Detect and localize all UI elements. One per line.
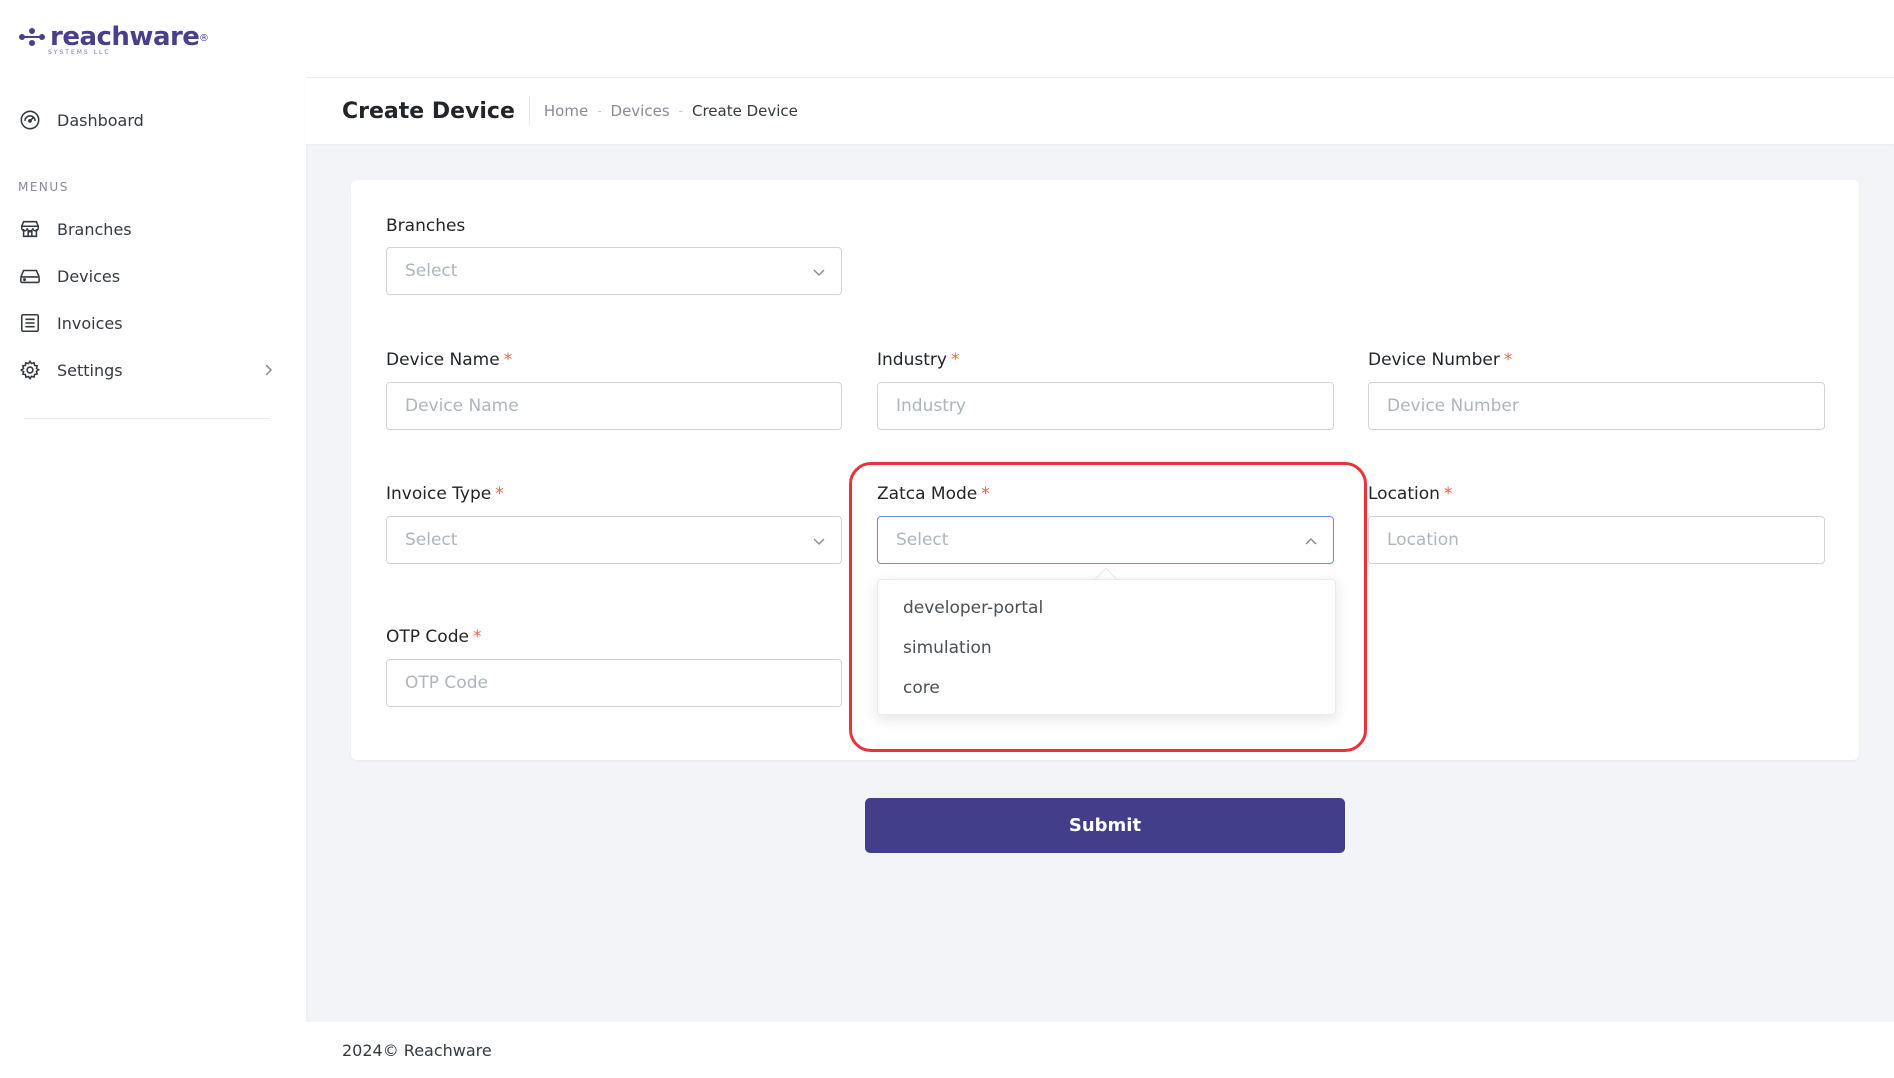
required-marker: * xyxy=(503,350,513,370)
otp-code-label: OTP Code * xyxy=(386,627,482,647)
required-marker: * xyxy=(472,627,482,647)
registered-mark: ® xyxy=(198,33,209,44)
device-name-placeholder: Device Name xyxy=(405,396,519,416)
location-input[interactable]: Location xyxy=(1368,516,1825,564)
required-marker: * xyxy=(495,484,504,504)
store-icon xyxy=(18,217,42,241)
sidebar-item-label: Invoices xyxy=(57,313,123,333)
required-marker: * xyxy=(1503,350,1513,370)
sidebar-item-devices[interactable]: Devices xyxy=(18,261,278,291)
chevron-up-icon xyxy=(1303,533,1319,554)
location-placeholder: Location xyxy=(1387,530,1459,550)
zatca-mode-label: Zatca Mode * xyxy=(877,484,990,504)
breadcrumb-home[interactable]: Home xyxy=(544,102,588,120)
gear-icon xyxy=(18,358,42,382)
sidebar-item-invoices[interactable]: Invoices xyxy=(18,308,278,338)
sidebar-item-branches[interactable]: Branches xyxy=(18,214,278,244)
sidebar-item-label: Dashboard xyxy=(57,110,144,130)
device-number-placeholder: Device Number xyxy=(1387,396,1519,416)
chevron-down-icon xyxy=(811,533,827,554)
page-title-bar: Create Device Home - Devices - Create De… xyxy=(306,78,1894,144)
page-title: Create Device xyxy=(342,98,515,124)
sidebar-item-label: Devices xyxy=(57,266,121,286)
chevron-down-icon xyxy=(811,264,827,285)
breadcrumb-current: Create Device xyxy=(692,102,798,120)
otp-code-input[interactable]: OTP Code xyxy=(386,659,842,707)
otp-code-placeholder: OTP Code xyxy=(405,673,488,693)
industry-placeholder: Industry xyxy=(896,396,966,416)
dropdown-option-simulation[interactable]: simulation xyxy=(878,628,1335,668)
industry-label: Industry * xyxy=(877,350,960,370)
industry-input[interactable]: Industry xyxy=(877,382,1334,430)
invoice-type-label: Invoice Type * xyxy=(386,484,504,504)
invoice-type-select-value: Select xyxy=(405,530,458,550)
breadcrumb: Home - Devices - Create Device xyxy=(544,102,798,120)
device-number-label: Device Number * xyxy=(1368,350,1513,370)
sidebar: reachware ® SYSTEMS LLC Dashboard MENUS B… xyxy=(0,0,306,1078)
device-number-input[interactable]: Device Number xyxy=(1368,382,1825,430)
sidebar-item-label: Settings xyxy=(57,360,123,380)
breadcrumb-separator: - xyxy=(678,104,683,118)
chevron-right-icon xyxy=(258,360,278,384)
zatca-mode-select[interactable]: Select xyxy=(877,516,1334,564)
device-name-label: Device Name * xyxy=(386,350,513,370)
device-name-input[interactable]: Device Name xyxy=(386,382,842,430)
logo-text: reachware xyxy=(50,22,200,52)
sidebar-item-settings[interactable]: Settings xyxy=(18,355,278,385)
logo-mark-icon xyxy=(18,26,46,50)
breadcrumb-devices[interactable]: Devices xyxy=(611,102,670,120)
dropdown-option-core[interactable]: core xyxy=(878,668,1335,708)
required-marker: * xyxy=(1443,484,1453,504)
required-marker: * xyxy=(950,350,960,370)
footer: 2024© Reachware xyxy=(306,1022,1894,1078)
location-label: Location * xyxy=(1368,484,1453,504)
reachware-logo[interactable]: reachware ® SYSTEMS LLC xyxy=(18,22,209,56)
invoice-type-select[interactable]: Select xyxy=(386,516,842,564)
topbar xyxy=(306,0,1894,78)
title-divider xyxy=(528,96,530,126)
logo-subtitle: SYSTEMS LLC xyxy=(48,49,111,56)
speedometer-icon xyxy=(18,108,42,132)
submit-button[interactable]: Submit xyxy=(865,798,1345,853)
branches-label: Branches xyxy=(386,216,466,236)
footer-copyright: 2024© Reachware xyxy=(342,1040,492,1060)
required-marker: * xyxy=(981,484,990,504)
zatca-mode-dropdown: developer-portal simulation core xyxy=(877,579,1336,715)
hard-drive-icon xyxy=(18,264,42,288)
dropdown-option-developer-portal[interactable]: developer-portal xyxy=(878,588,1335,628)
menus-section-title: MENUS xyxy=(18,180,69,194)
sidebar-item-dashboard[interactable]: Dashboard xyxy=(18,105,278,135)
sidebar-item-label: Branches xyxy=(57,219,132,239)
sidebar-divider xyxy=(24,418,270,419)
zatca-mode-select-value: Select xyxy=(896,530,949,550)
receipt-icon xyxy=(18,311,42,335)
branches-select-value: Select xyxy=(405,261,458,281)
branches-select[interactable]: Select xyxy=(386,247,842,295)
breadcrumb-separator: - xyxy=(597,104,602,118)
